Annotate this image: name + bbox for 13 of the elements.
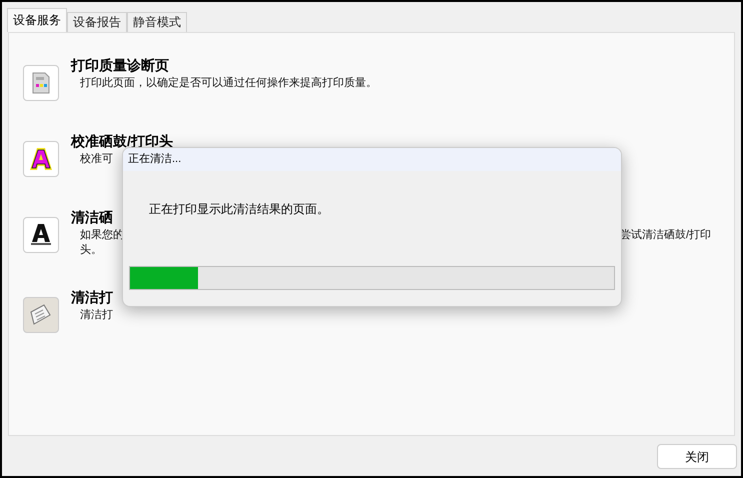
tab[interactable]: 设备服务	[7, 8, 67, 32]
dialog-title: 正在清洁...	[128, 152, 182, 168]
letter-a-icon	[28, 146, 54, 172]
close-button[interactable]: 关闭	[657, 444, 737, 469]
dialog-message: 正在打印显示此清洁结果的页面。	[149, 201, 330, 218]
service-title[interactable]: 打印质量诊断页	[71, 55, 711, 75]
letter-a-icon	[28, 222, 54, 248]
service-description: 打印此页面，以确定是否可以通过任何操作来提高打印质量。	[80, 76, 377, 91]
service-description: 头。	[79, 243, 103, 257]
tab[interactable]: 设备报告	[67, 12, 127, 32]
tab[interactable]: 静音模式	[127, 12, 187, 32]
service-description: 清洁打	[80, 308, 113, 323]
service-description: 校准可	[80, 152, 113, 167]
